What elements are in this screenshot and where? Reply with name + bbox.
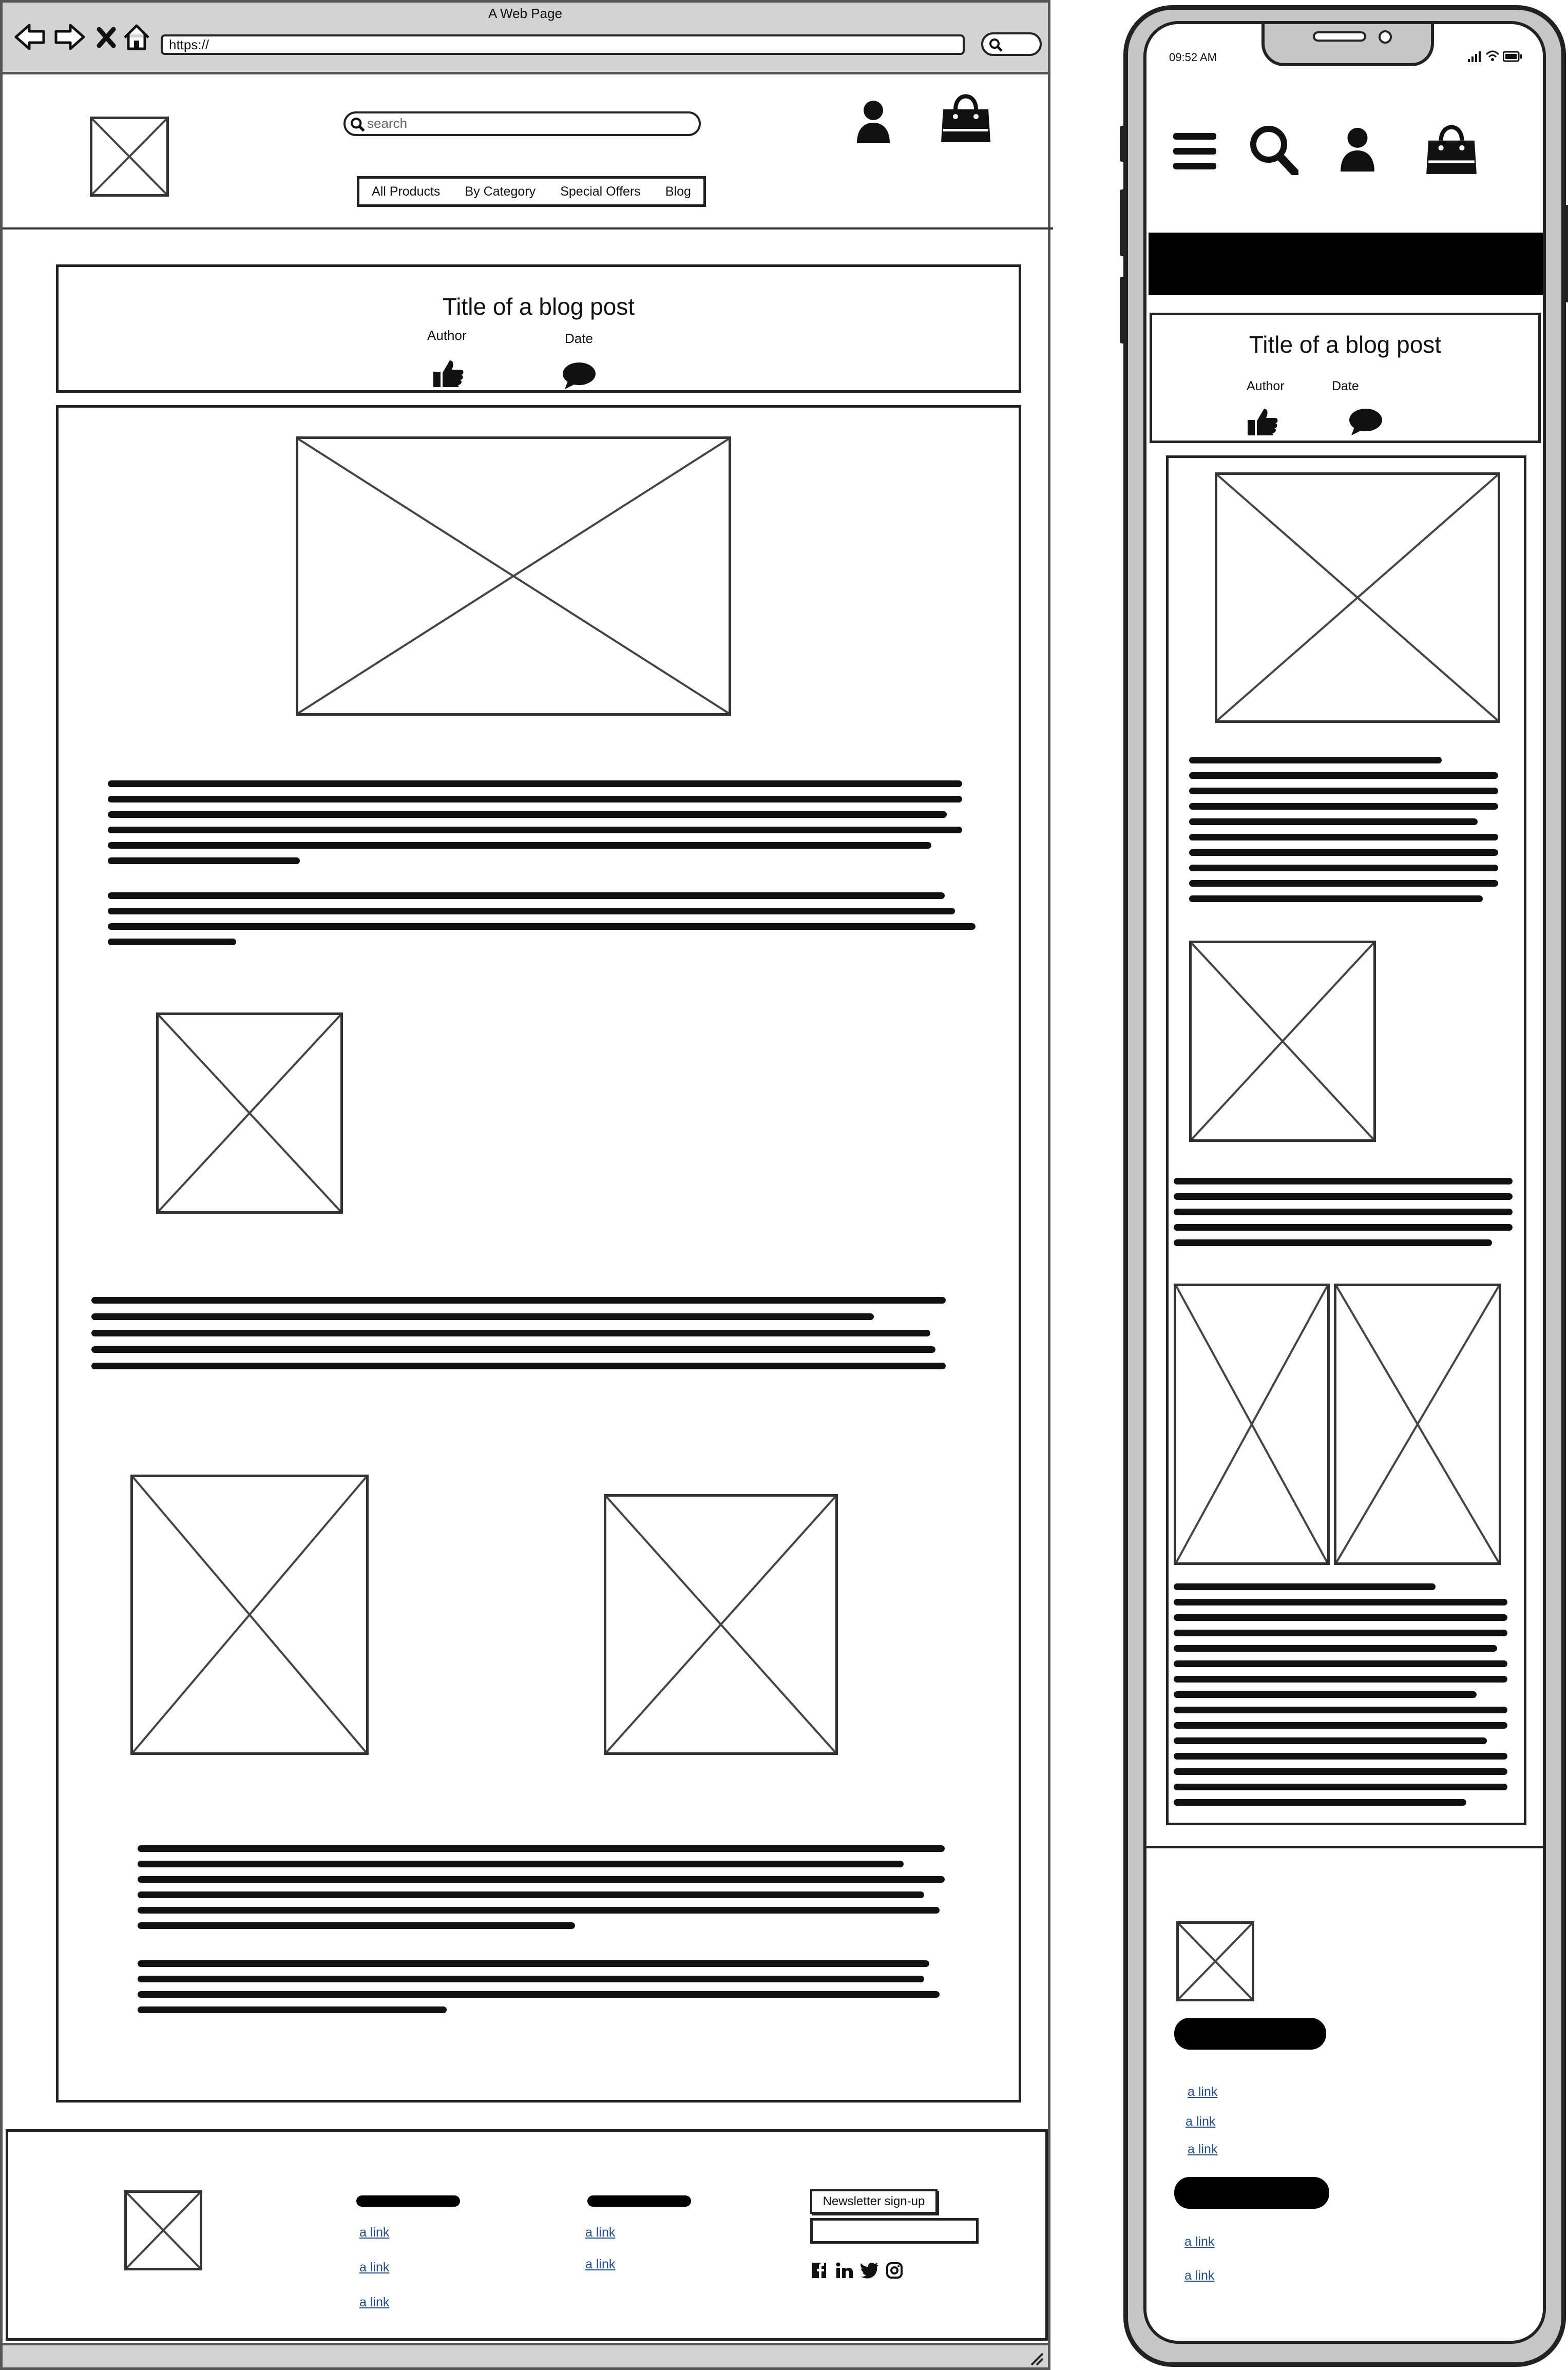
footer-link[interactable]: a link (359, 2225, 389, 2240)
post-body (56, 405, 1021, 2103)
browser-search-field[interactable] (981, 32, 1042, 56)
twitter-icon[interactable] (861, 2262, 879, 2281)
nav-by-category[interactable]: By Category (465, 184, 536, 199)
back-arrow-icon[interactable] (14, 23, 46, 51)
footer-link[interactable]: a link (1184, 2234, 1214, 2249)
battery-icon (1502, 51, 1522, 65)
linkedin-icon[interactable] (836, 2262, 853, 2281)
thumbs-up-icon[interactable] (432, 358, 464, 391)
forward-arrow-icon[interactable] (54, 23, 86, 51)
status-time: 09:52 AM (1169, 51, 1217, 64)
mobile-phone-frame: 09:52 AM Title of a blog post Author Dat (1120, 5, 1568, 2367)
paragraph-placeholder (138, 1845, 945, 1938)
post-header: Title of a blog post Author Date (1150, 313, 1541, 443)
post-image-right (604, 1494, 838, 1755)
phone-notch (1261, 24, 1434, 66)
comment-icon[interactable] (1348, 408, 1383, 439)
nav-blog[interactable]: Blog (665, 184, 691, 199)
paragraph-placeholder (108, 892, 976, 954)
post-author: Author (427, 328, 467, 343)
shopping-bag-icon[interactable] (1425, 121, 1478, 179)
browser-status-bar (3, 2343, 1048, 2367)
user-icon[interactable] (1338, 125, 1376, 177)
post-date: Date (1332, 379, 1359, 393)
newsletter-label: Newsletter sign-up (823, 2194, 925, 2208)
phone-camera (1379, 30, 1392, 44)
post-body (1166, 455, 1526, 1825)
footer-logo[interactable] (124, 2190, 202, 2270)
search-icon (350, 117, 366, 136)
footer-heading-scribble (356, 2195, 460, 2207)
footer-logo[interactable] (1176, 1921, 1254, 2001)
search-placeholder: search (367, 116, 408, 131)
nav-all-products[interactable]: All Products (372, 184, 440, 199)
footer-heading-scribble (587, 2195, 691, 2207)
browser-toolbar: A Web Page https:// (3, 3, 1048, 74)
post-header: Title of a blog post Author Date (56, 264, 1021, 393)
newsletter-signup-button[interactable]: Newsletter sign-up (810, 2189, 938, 2214)
facebook-icon[interactable] (811, 2262, 827, 2281)
header-divider (3, 227, 1053, 230)
post-image-left (130, 1475, 369, 1755)
user-icon[interactable] (855, 99, 892, 144)
phone-side-button (1120, 126, 1125, 162)
desktop-browser-window: A Web Page https:// search All Products … (0, 0, 1053, 2370)
paragraph-placeholder (108, 780, 962, 868)
mobile-footer: a link a link a link a link a link (1146, 1846, 1543, 2341)
instagram-icon[interactable] (886, 2262, 903, 2281)
search-icon[interactable] (1249, 124, 1299, 178)
nav-special-offers[interactable]: Special Offers (560, 184, 641, 199)
paragraph-placeholder (138, 1960, 945, 2022)
search-icon (988, 37, 1004, 55)
resize-grip-icon[interactable] (1026, 2348, 1044, 2368)
footer-link[interactable]: a link (1185, 2114, 1215, 2129)
footer-link[interactable]: a link (1188, 2085, 1217, 2099)
comment-icon[interactable] (562, 361, 597, 393)
address-text: https:// (169, 37, 209, 52)
shopping-bag-icon[interactable] (940, 90, 991, 144)
post-date: Date (565, 331, 593, 346)
newsletter-email-input[interactable] (810, 2218, 979, 2244)
site-search-input[interactable]: search (343, 111, 701, 136)
footer-link[interactable]: a link (1184, 2268, 1214, 2283)
main-nav: All Products By Category Special Offers … (357, 176, 706, 207)
footer-link[interactable]: a link (1188, 2142, 1217, 2157)
post-title: Title of a blog post (442, 293, 635, 320)
home-icon[interactable] (123, 23, 150, 51)
post-image-small (156, 1012, 343, 1214)
post-author: Author (1247, 379, 1285, 393)
address-bar[interactable]: https:// (161, 34, 965, 55)
post-title: Title of a blog post (1249, 331, 1442, 358)
thumbs-up-icon[interactable] (1247, 407, 1278, 439)
close-icon[interactable] (96, 26, 117, 49)
signal-icon (1468, 51, 1482, 65)
window-title: A Web Page (488, 6, 563, 21)
hamburger-menu-icon[interactable] (1173, 132, 1216, 173)
phone-side-button (1120, 189, 1125, 256)
footer-link[interactable]: a link (359, 2295, 389, 2310)
footer-link[interactable]: a link (585, 2225, 615, 2240)
post-hero-image (1215, 472, 1500, 723)
wifi-icon (1485, 50, 1500, 65)
phone-side-button (1120, 277, 1125, 343)
footer-heading-scribble (1174, 2177, 1329, 2209)
paragraph-placeholder (1189, 757, 1498, 911)
footer-link[interactable]: a link (359, 2260, 389, 2275)
paragraph-placeholder (1174, 1583, 1507, 1814)
mobile-banner (1149, 233, 1543, 295)
phone-speaker (1313, 31, 1366, 42)
post-image-left (1174, 1284, 1330, 1565)
phone-screen: 09:52 AM Title of a blog post Author Dat (1143, 21, 1546, 2344)
post-hero-image (296, 436, 731, 716)
paragraph-placeholder (91, 1297, 946, 1374)
footer-link[interactable]: a link (585, 2257, 615, 2272)
post-image-right (1334, 1284, 1501, 1565)
phone-side-button (1564, 205, 1568, 302)
site-logo[interactable] (90, 117, 169, 197)
paragraph-placeholder (1174, 1178, 1513, 1255)
footer-heading-scribble (1174, 2018, 1326, 2050)
site-footer: a link a link a link a link a link Newsl… (6, 2129, 1048, 2341)
post-image-small (1189, 941, 1376, 1142)
